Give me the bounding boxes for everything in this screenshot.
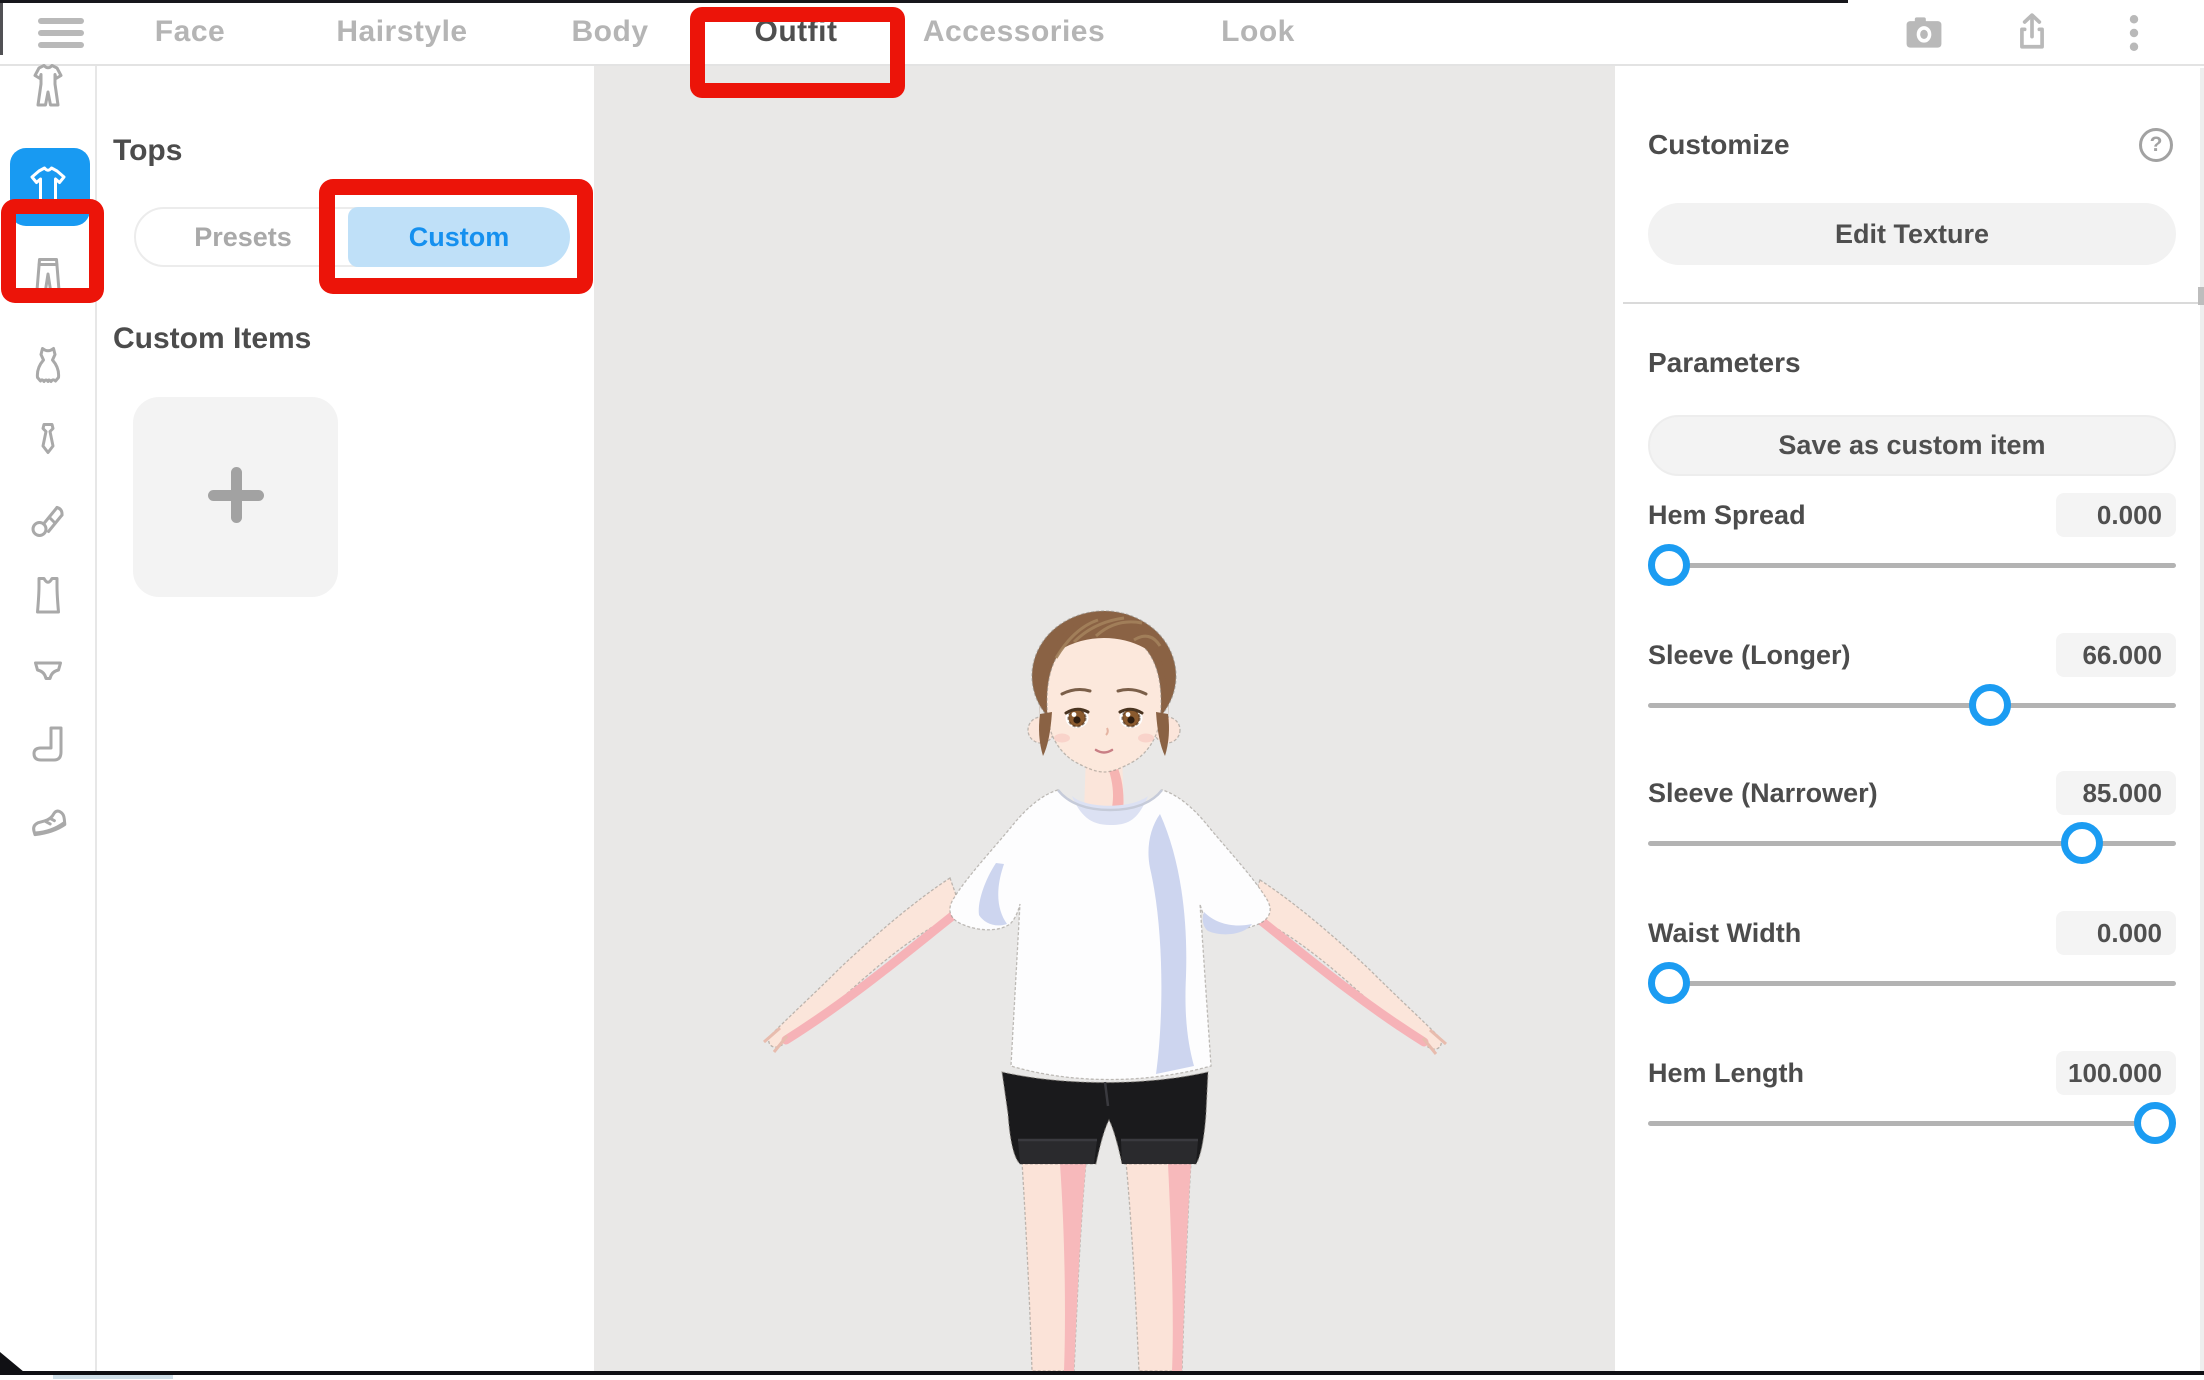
slider-track[interactable]: [1648, 703, 2176, 708]
slider-value-field[interactable]: 85.000: [2056, 771, 2176, 815]
slider-label: Sleeve (Longer): [1648, 633, 1851, 677]
tops-panel: Tops Presets Custom Custom Items: [97, 66, 594, 1372]
slider-track[interactable]: [1648, 1121, 2176, 1126]
plus-icon: [204, 463, 268, 532]
dress-icon[interactable]: [24, 342, 72, 390]
necktie-icon[interactable]: [24, 419, 72, 467]
underwear-icon[interactable]: [24, 647, 72, 695]
bottom-left-pointer: [0, 1352, 24, 1379]
tab-accessories[interactable]: Accessories: [923, 0, 1105, 64]
customize-panel: Customize ? Edit Texture Parameters Save…: [1615, 66, 2204, 1372]
slider-knob[interactable]: [2134, 1102, 2176, 1144]
custom-toggle-option[interactable]: Custom: [348, 207, 570, 267]
customize-title: Customize: [1648, 129, 1790, 161]
bottom-window-border: [0, 1371, 2204, 1375]
presets-custom-toggle: Presets Custom: [134, 207, 566, 267]
slider-row-sleeve-narrower: Sleeve (Narrower) 85.000: [1648, 771, 2176, 883]
sneaker-icon[interactable]: [24, 796, 72, 844]
slider-track[interactable]: [1648, 981, 2176, 986]
help-icon[interactable]: ?: [2139, 128, 2173, 162]
slider-track[interactable]: [1648, 563, 2176, 568]
slider-knob[interactable]: [1648, 962, 1690, 1004]
slider-value-field[interactable]: 100.000: [2056, 1051, 2176, 1095]
slider-label: Hem Spread: [1648, 493, 1806, 537]
add-custom-item-tile[interactable]: [133, 397, 338, 597]
camera-icon[interactable]: [1902, 11, 1946, 55]
tab-face[interactable]: Face: [155, 0, 225, 64]
tanktop-icon[interactable]: [24, 572, 72, 620]
slider-value-field[interactable]: 0.000: [2056, 911, 2176, 955]
slider-row-waist-width: Waist Width 0.000: [1648, 911, 2176, 1023]
onepiece-outfit-icon[interactable]: [24, 62, 72, 110]
slider-row-hem-length: Hem Length 100.000: [1648, 1051, 2176, 1163]
slider-knob[interactable]: [1969, 684, 2011, 726]
tshirt-icon[interactable]: [24, 163, 72, 211]
slider-row-sleeve-longer: Sleeve (Longer) 66.000: [1648, 633, 2176, 745]
edit-texture-button[interactable]: Edit Texture: [1648, 203, 2176, 265]
tab-look[interactable]: Look: [1221, 0, 1295, 64]
right-panel-scrollbar[interactable]: [2200, 68, 2204, 1371]
slider-value-field[interactable]: 0.000: [2056, 493, 2176, 537]
scrollbar-thumb[interactable]: [2198, 287, 2204, 305]
kebab-menu-icon[interactable]: [2112, 11, 2156, 55]
tab-hairstyle[interactable]: Hairstyle: [336, 0, 467, 64]
slider-label: Waist Width: [1648, 911, 1801, 955]
window-left-border: [0, 3, 3, 55]
sock-icon[interactable]: [24, 721, 72, 769]
hairpin-icon[interactable]: [24, 496, 72, 544]
presets-toggle-option[interactable]: Presets: [136, 209, 350, 265]
pants-icon[interactable]: [24, 254, 72, 302]
upload-icon[interactable]: [2010, 11, 2054, 55]
save-as-custom-item-button[interactable]: Save as custom item: [1648, 415, 2176, 476]
slider-row-hem-spread: Hem Spread 0.000: [1648, 493, 2176, 605]
bottom-bar-accent: [53, 1375, 173, 1379]
character-viewport[interactable]: [594, 66, 1615, 1371]
section-divider: [1623, 302, 2202, 304]
tops-panel-title: Tops: [113, 134, 182, 168]
slider-knob[interactable]: [2061, 822, 2103, 864]
slider-value-field[interactable]: 66.000: [2056, 633, 2176, 677]
hamburger-menu-icon[interactable]: [38, 18, 84, 48]
slider-label: Hem Length: [1648, 1051, 1804, 1095]
tab-body[interactable]: Body: [572, 0, 649, 64]
parameters-title: Parameters: [1648, 347, 1801, 379]
tab-outfit[interactable]: Outfit: [755, 0, 838, 64]
character-canvas: [594, 66, 1615, 1371]
custom-items-title: Custom Items: [113, 322, 311, 356]
slider-knob[interactable]: [1648, 544, 1690, 586]
slider-label: Sleeve (Narrower): [1648, 771, 1878, 815]
